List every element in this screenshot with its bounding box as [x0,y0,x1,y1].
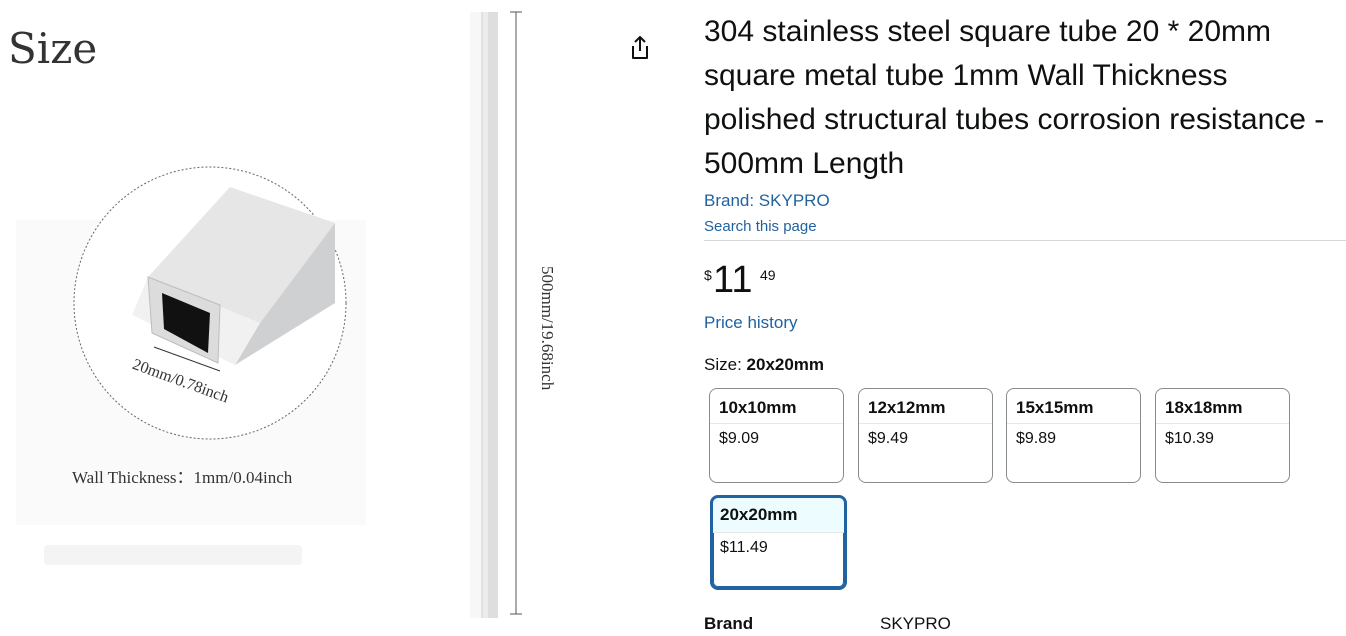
price-symbol: $ [704,267,712,283]
size-option-name: 20x20mm [713,498,844,533]
tube-closeup-illustration [73,166,347,440]
brand-detail-key: Brand [704,614,754,633]
search-page-link[interactable]: Search this page [704,216,1346,238]
size-option-price: $10.39 [1165,430,1214,447]
size-option-price: $11.49 [720,539,768,556]
size-option-18x18[interactable]: 18x18mm $10.39 [1155,388,1290,483]
size-value: 20x20mm [746,355,825,374]
size-option-name: 18x18mm [1156,389,1289,424]
share-icon [632,36,648,59]
size-option-name: 15x15mm [1007,389,1140,424]
brand-link[interactable]: Brand: SKYPRO [704,189,1346,213]
tube-length-label: 500mm/19.68inch [538,266,557,391]
size-option-price: $9.09 [719,430,760,447]
selected-size: Size: 20x20mm [704,353,1346,377]
size-label: Size: [704,355,747,374]
price-history-link[interactable]: Price history [704,311,1346,335]
image-shadow [44,545,302,565]
product-title: 304 stainless steel square tube 20 * 20m… [704,15,1325,180]
size-option-10x10[interactable]: 10x10mm $9.09 [709,388,844,483]
size-option-price: $9.89 [1016,430,1057,447]
brand-detail-value: SKYPRO [880,614,951,633]
divider [704,240,1346,241]
size-option-15x15[interactable]: 15x15mm $9.89 [1006,388,1141,483]
price: $ 11 49 [704,259,1346,303]
price-fraction: 49 [760,267,776,283]
price-whole: 11 [713,259,753,301]
image-size-heading: Size [8,24,98,73]
tube-length-illustration [470,11,522,618]
size-option-price: $9.49 [868,430,909,447]
size-option-name: 10x10mm [710,389,843,424]
size-option-12x12[interactable]: 12x12mm $9.49 [858,388,993,483]
share-button[interactable] [625,33,655,63]
size-option-name: 12x12mm [859,389,992,424]
wall-thickness-label: Wall Thickness：1mm/0.04inch [72,468,293,487]
product-image[interactable]: Size 20mm/0.78inch Wall Thickness：1mm/0.… [0,0,600,636]
size-option-20x20[interactable]: 20x20mm $11.49 [710,495,847,590]
product-info: 304 stainless steel square tube 20 * 20m… [704,10,1346,377]
